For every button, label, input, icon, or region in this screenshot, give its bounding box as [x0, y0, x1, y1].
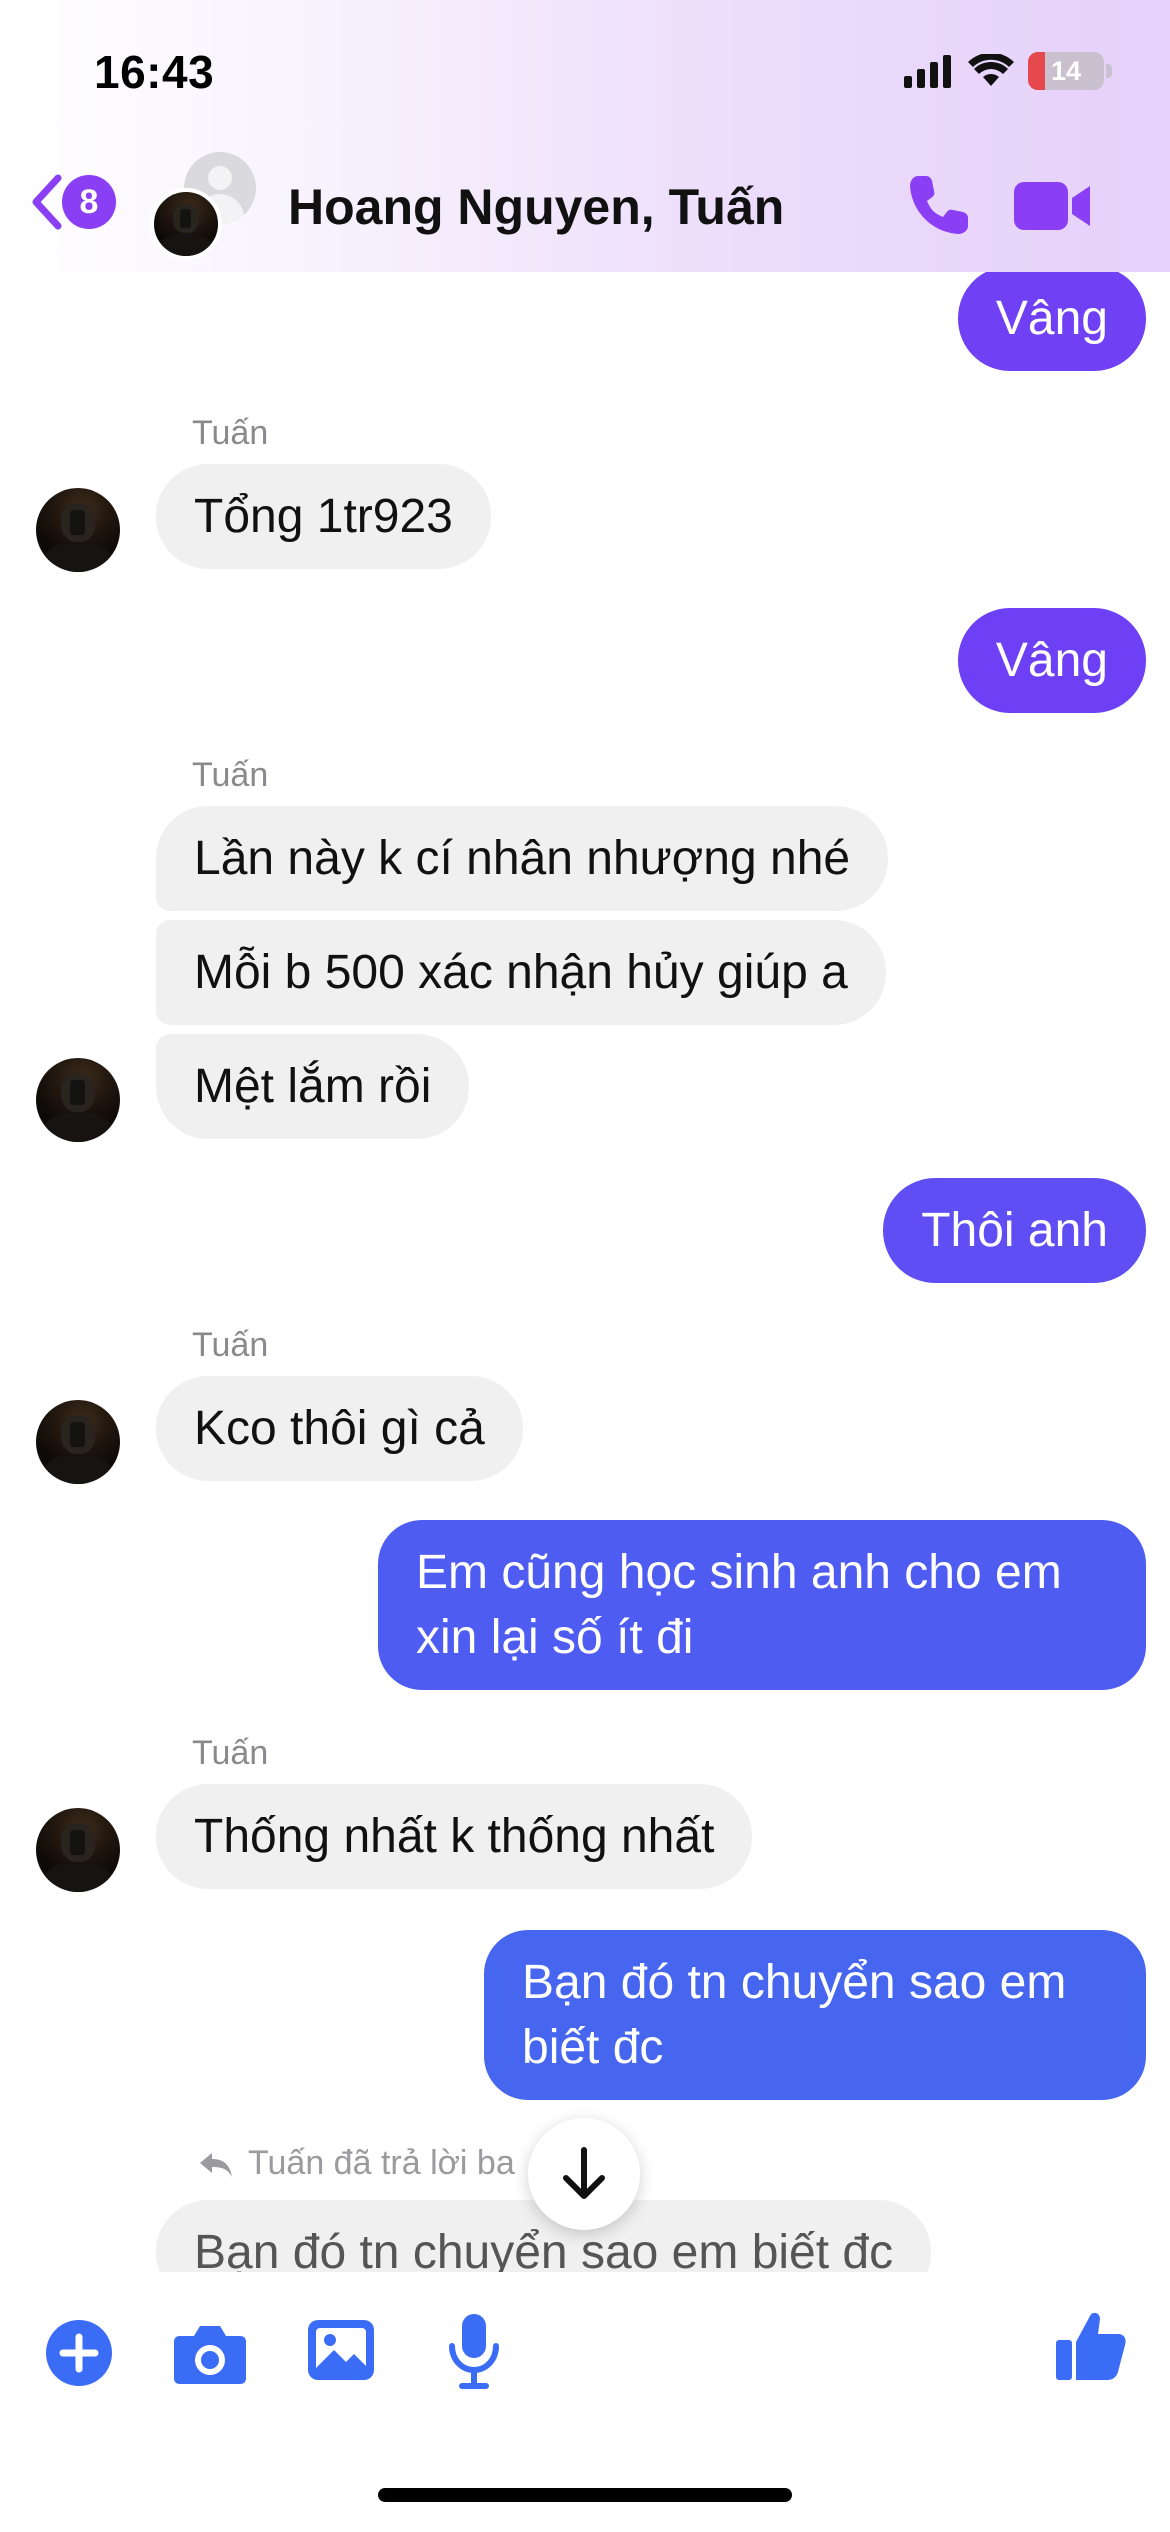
arrow-down-icon — [563, 2147, 605, 2199]
status-icons: 14 — [904, 52, 1112, 90]
message-outgoing[interactable]: Bạn đó tn chuyển sao em biết đc — [484, 1930, 1146, 2100]
message-incoming[interactable]: Thống nhất k thống nhất — [156, 1784, 753, 1889]
group-avatar[interactable] — [150, 152, 260, 262]
message-list[interactable]: Vâng Tuấn Tổng 1tr923 Vâng Tuấn Lần này … — [0, 0, 1170, 2272]
more-actions-button[interactable] — [44, 2318, 114, 2393]
reply-indicator: Tuấn đã trả lời ba — [196, 2144, 515, 2183]
reply-arrow-icon — [200, 2152, 232, 2177]
chat-header: 16:43 14 8 Hoang Nguyen, Tuấn — [0, 0, 1170, 272]
battery-icon: 14 — [1028, 52, 1104, 90]
video-call-button[interactable] — [1012, 178, 1092, 239]
voice-message-button[interactable] — [446, 2312, 502, 2395]
wifi-icon — [968, 54, 1014, 86]
message-incoming[interactable]: Mệt lắm rồi — [156, 1034, 470, 1139]
chevron-left-icon — [32, 174, 62, 230]
plus-icon — [46, 2320, 112, 2386]
cellular-signal-icon — [904, 55, 951, 88]
member-avatar — [150, 188, 222, 260]
message-outgoing[interactable]: Em cũng học sinh anh cho em xin lại số í… — [378, 1520, 1146, 1690]
message-incoming[interactable]: Kco thôi gì cả — [156, 1376, 523, 1481]
sender-name: Tuấn — [192, 1734, 269, 1772]
battery-tip — [1106, 64, 1112, 78]
home-indicator[interactable] — [378, 2488, 792, 2502]
sender-avatar[interactable] — [36, 1058, 120, 1142]
video-camera-icon — [1014, 182, 1090, 230]
scroll-to-bottom-button[interactable] — [528, 2118, 640, 2230]
sender-avatar[interactable] — [36, 1808, 120, 1892]
message-outgoing[interactable]: Vâng — [957, 608, 1146, 713]
reply-indicator-text: Tuấn đã trả lời ba — [248, 2144, 515, 2182]
image-icon — [308, 2320, 374, 2380]
sender-name: Tuấn — [192, 756, 269, 794]
message-outgoing[interactable]: Vâng — [957, 266, 1146, 371]
message-incoming[interactable]: Mỗi b 500 xác nhận hủy giúp a — [156, 920, 886, 1025]
phone-icon — [910, 176, 968, 234]
message-outgoing[interactable]: Thôi anh — [883, 1178, 1146, 1283]
unread-badge: 8 — [62, 175, 116, 229]
message-incoming[interactable]: Tổng 1tr923 — [156, 464, 491, 569]
sender-avatar[interactable] — [36, 1400, 120, 1484]
message-incoming[interactable]: Lần này k cí nhân nhượng nhé — [156, 806, 889, 911]
camera-icon — [174, 2326, 246, 2384]
sender-name: Tuấn — [192, 414, 269, 452]
microphone-icon — [449, 2314, 499, 2389]
camera-button[interactable] — [172, 2318, 248, 2393]
status-time: 16:43 — [94, 46, 215, 98]
conversation-title[interactable]: Hoang Nguyen, Tuấn — [288, 178, 784, 236]
sender-name: Tuấn — [192, 1326, 269, 1364]
sender-avatar[interactable] — [36, 488, 120, 572]
voice-call-button[interactable] — [904, 170, 974, 245]
battery-level: 14 — [1050, 55, 1082, 86]
like-button[interactable] — [1054, 2308, 1128, 2389]
gallery-button[interactable] — [306, 2318, 376, 2387]
thumbs-up-icon — [1056, 2312, 1126, 2380]
back-button[interactable]: 8 — [26, 172, 116, 232]
